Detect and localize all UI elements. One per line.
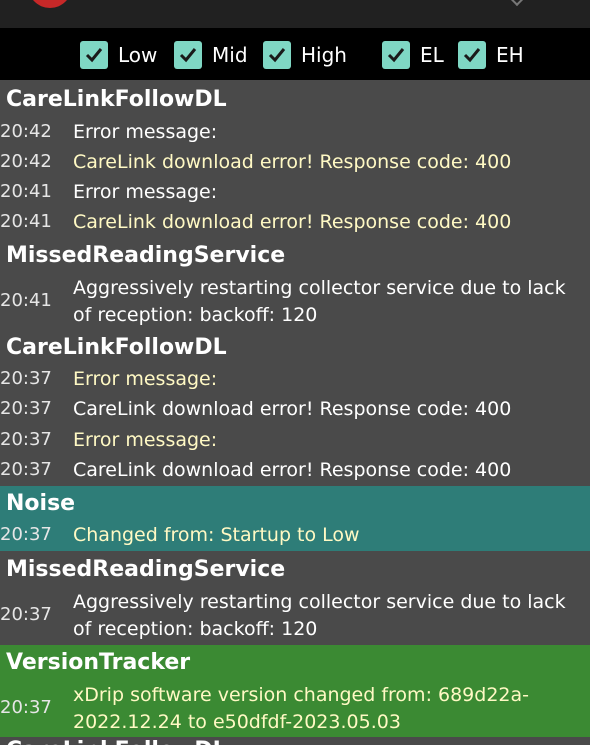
app-logo-icon <box>28 0 72 8</box>
log-entry[interactable]: 20:41 CareLink download error! Response … <box>0 208 590 238</box>
log-section-header: VersionTracker <box>6 650 191 675</box>
log-entry[interactable]: 20:41 Error message: <box>0 178 590 208</box>
version-section: VersionTracker 20:37 xDrip software vers… <box>0 645 590 737</box>
log-entry-message: Error message: <box>73 429 218 451</box>
log-entry[interactable]: 20:37 xDrip software version changed fro… <box>0 680 590 737</box>
log-entry[interactable]: 20:37 Error message: <box>0 426 590 456</box>
noise-section: Noise 20:37 Changed from: Startup to Low <box>0 486 590 551</box>
log-entry-time: 20:41 <box>0 290 52 311</box>
severity-filter-bar: Low Mid High EL EH <box>0 28 590 80</box>
log-entry-message: Aggressively restarting collector servic… <box>73 277 566 326</box>
log-entry[interactable]: 20:42 Error message: <box>0 118 590 148</box>
log-section-header: MissedReadingService <box>6 557 286 582</box>
log-entry-time: 20:37 <box>0 429 52 450</box>
log-entry[interactable]: 20:37 Aggressively restarting collector … <box>0 588 590 644</box>
log-entry-time: 20:37 <box>0 697 52 718</box>
log-entry-message: Error message: <box>73 181 218 203</box>
log-entry-time: 20:42 <box>0 151 52 172</box>
log-entry-time: 20:37 <box>0 524 52 545</box>
log-section-header: CareLinkFollowDL <box>6 335 227 360</box>
checkbox-checked-icon[interactable] <box>263 41 291 69</box>
log-entry[interactable]: 20:41 Aggressively restarting collector … <box>0 274 590 330</box>
log-entry[interactable]: 20:37 Changed from: Startup to Low <box>0 521 590 551</box>
log-entry-message: CareLink download error! Response code: … <box>73 459 512 481</box>
log-entry-message: CareLink download error! Response code: … <box>73 151 512 173</box>
log-entry-message: Aggressively restarting collector servic… <box>73 591 566 640</box>
chevron-down-icon[interactable] <box>509 0 525 7</box>
checkbox-checked-icon[interactable] <box>174 41 202 69</box>
filter-mid-label: Mid <box>212 43 248 67</box>
log-entry-message: CareLink download error! Response code: … <box>73 398 512 420</box>
app-toolbar <box>0 0 590 28</box>
filter-el-label: EL <box>420 43 444 67</box>
filter-high[interactable]: High <box>263 39 347 71</box>
log-entry-message: CareLink download error! Response code: … <box>73 211 512 233</box>
filter-high-label: High <box>301 43 347 67</box>
log-entry-time: 20:37 <box>0 459 52 480</box>
log-entry-time: 20:41 <box>0 211 52 232</box>
checkbox-checked-icon[interactable] <box>458 41 486 69</box>
filter-eh[interactable]: EH <box>458 39 524 71</box>
log-section-header: MissedReadingService <box>6 243 286 268</box>
log-section-header: Noise <box>6 491 76 516</box>
log-entry-time: 20:37 <box>0 368 52 389</box>
log-entry[interactable]: 20:37 CareLink download error! Response … <box>0 395 590 425</box>
log-section-header: CareLinkFollowDL <box>6 87 227 112</box>
filter-low[interactable]: Low <box>80 39 157 71</box>
filter-low-label: Low <box>118 43 158 67</box>
log-entry-time: 20:41 <box>0 181 52 202</box>
log-entry-time: 20:37 <box>0 604 52 625</box>
log-entry-time: 20:37 <box>0 398 52 419</box>
log-entry-message: xDrip software version changed from: 689… <box>73 684 530 733</box>
log-entry-message: Changed from: Startup to Low <box>73 524 360 546</box>
filter-el[interactable]: EL <box>382 39 444 71</box>
log-section-header: CareLinkFollowDL <box>0 734 590 745</box>
log-entry[interactable]: 20:42 CareLink download error! Response … <box>0 148 590 178</box>
log-entry-message: Error message: <box>73 121 218 143</box>
checkbox-checked-icon[interactable] <box>80 41 108 69</box>
event-log-list[interactable]: CareLinkFollowDL 20:42 Error message: 20… <box>0 80 590 745</box>
log-entry[interactable]: 20:37 CareLink download error! Response … <box>0 456 590 486</box>
log-entry-message: Error message: <box>73 368 218 390</box>
checkbox-checked-icon[interactable] <box>382 41 410 69</box>
filter-mid[interactable]: Mid <box>174 39 248 71</box>
log-entry-time: 20:42 <box>0 121 52 142</box>
filter-eh-label: EH <box>496 43 524 67</box>
log-entry[interactable]: 20:37 Error message: <box>0 365 590 395</box>
